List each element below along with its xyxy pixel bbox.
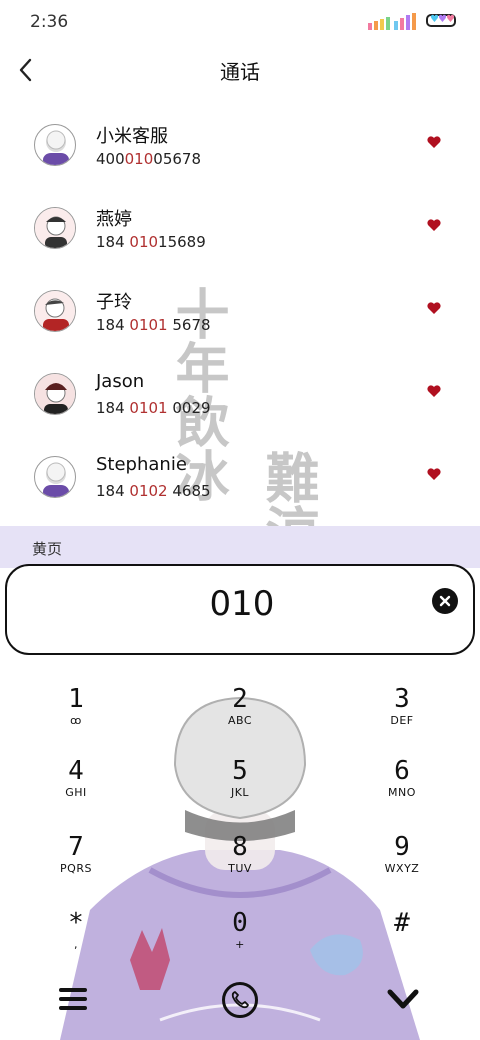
contact-name: 子玲 bbox=[96, 292, 132, 313]
heart-icon[interactable] bbox=[426, 383, 442, 399]
clear-button[interactable] bbox=[432, 588, 458, 614]
key-1[interactable]: 1ꝏ bbox=[26, 684, 126, 748]
contact-row[interactable]: 小米客服 40001005678 bbox=[0, 104, 480, 187]
avatar bbox=[34, 456, 76, 498]
battery-icon: ♥♥♥ bbox=[426, 14, 456, 27]
close-icon bbox=[439, 595, 451, 607]
menu-icon[interactable] bbox=[58, 986, 88, 1012]
header: 通话 bbox=[0, 44, 480, 96]
key-hash[interactable]: # bbox=[352, 908, 452, 972]
dial-input[interactable]: 010 bbox=[5, 564, 475, 655]
page-title: 通话 bbox=[220, 60, 260, 84]
contact-name: 燕婷 bbox=[96, 209, 132, 230]
contact-number: 184 0101 5678 bbox=[96, 316, 211, 334]
key-0[interactable]: 0 + bbox=[190, 908, 290, 972]
key-2[interactable]: 2 ABC bbox=[190, 684, 290, 748]
phone-icon bbox=[231, 991, 249, 1009]
contact-row[interactable]: 燕婷 184 01015689 bbox=[0, 187, 480, 270]
contact-number: 184 0101 0029 bbox=[96, 399, 211, 417]
contact-row[interactable]: 子玲 184 0101 5678 bbox=[0, 270, 480, 353]
contact-list: 小米客服 40001005678 燕婷 184 01015689 子玲 184 … bbox=[0, 104, 480, 519]
contact-name: Jason bbox=[96, 371, 145, 392]
heart-icon[interactable] bbox=[426, 466, 442, 482]
status-bar: 2:36 ♥♥♥ bbox=[0, 0, 480, 44]
yellow-pages-label: 黄页 bbox=[32, 540, 63, 558]
heart-icon[interactable] bbox=[426, 134, 442, 150]
key-5[interactable]: 5 JKL bbox=[190, 756, 290, 820]
key-7[interactable]: 7 PQRS bbox=[26, 832, 126, 896]
contact-number: 184 01015689 bbox=[96, 233, 206, 251]
avatar bbox=[34, 124, 76, 166]
call-button[interactable] bbox=[222, 982, 258, 1018]
contact-number: 40001005678 bbox=[96, 150, 201, 168]
heart-icon[interactable] bbox=[426, 217, 442, 233]
keypad: 1ꝏ 2 ABC 3 DEF 4 GHI 5 JKL 6 MNO 7 PQRS 8 TUV 9… bbox=[0, 660, 480, 1040]
key-8[interactable]: 8 TUV bbox=[190, 832, 290, 896]
key-star[interactable]: *, bbox=[26, 908, 126, 972]
key-9[interactable]: 9 WXYZ bbox=[352, 832, 452, 896]
yellow-pages-section[interactable]: 黄页 bbox=[0, 526, 480, 568]
avatar bbox=[34, 207, 76, 249]
heart-icon[interactable] bbox=[426, 300, 442, 316]
signal-bars-icon bbox=[368, 13, 416, 30]
key-6[interactable]: 6 MNO bbox=[352, 756, 452, 820]
contact-row[interactable]: Stephanie 184 0102 4685 bbox=[0, 436, 480, 519]
dialed-number: 010 bbox=[209, 584, 275, 624]
chevron-down-icon[interactable] bbox=[386, 986, 420, 1012]
contact-name: Stephanie bbox=[96, 454, 187, 475]
key-4[interactable]: 4 GHI bbox=[26, 756, 126, 820]
avatar bbox=[34, 373, 76, 415]
contact-name: 小米客服 bbox=[96, 126, 168, 147]
avatar bbox=[34, 290, 76, 332]
contact-row[interactable]: Jason 184 0101 0029 bbox=[0, 353, 480, 436]
contact-number: 184 0102 4685 bbox=[96, 482, 211, 500]
key-3[interactable]: 3 DEF bbox=[352, 684, 452, 748]
status-time: 2:36 bbox=[30, 12, 69, 32]
